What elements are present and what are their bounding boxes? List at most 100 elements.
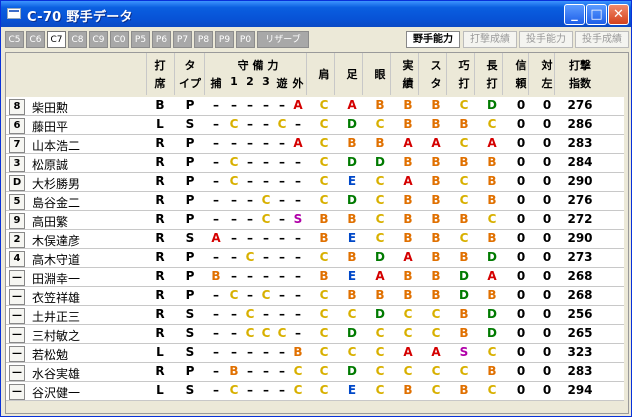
- tab-c7[interactable]: C7: [47, 31, 66, 48]
- header-long-top: 長: [486, 59, 498, 72]
- shoulder-grade: C: [319, 174, 329, 188]
- uniform-number: 8: [9, 99, 25, 115]
- tab-c5[interactable]: C5: [5, 31, 24, 48]
- table-row[interactable]: 3 松原誠 R P – C – – – – C D D B B B B 0 0 284: [6, 154, 628, 173]
- leg-grade: B: [347, 136, 357, 150]
- tab-p6[interactable]: P6: [152, 31, 171, 48]
- defense-grade-1: –: [231, 269, 237, 283]
- defense-grade-3: –: [263, 155, 269, 169]
- stamina-grade: C: [431, 364, 441, 378]
- trust-value: 0: [516, 364, 526, 378]
- tab-c0[interactable]: C0: [110, 31, 129, 48]
- table-row[interactable]: — 三村敏之 R S – – C C C – C D C C C B D 0 0 265: [6, 325, 628, 344]
- eye-grade: C: [375, 345, 385, 359]
- tab-p8[interactable]: P8: [194, 31, 213, 48]
- long-grade: B: [487, 364, 497, 378]
- header-eye: 眼: [374, 68, 386, 81]
- table-row[interactable]: — 水谷実雄 R P – B – – – C C D C C C C B 0 0 283: [6, 363, 628, 382]
- long-grade: A: [487, 136, 497, 150]
- tab-p7[interactable]: P7: [173, 31, 192, 48]
- player-name: 島谷金二: [32, 196, 81, 210]
- bat-side: R: [155, 155, 165, 169]
- pitcher-record-button[interactable]: 投手成績: [575, 31, 629, 48]
- header-trust-bottom: 頼: [515, 77, 527, 90]
- skill-grade: C: [459, 364, 469, 378]
- defense-grade-3: –: [263, 231, 269, 245]
- minimize-button[interactable]: _: [564, 4, 585, 25]
- header-divider: [474, 53, 475, 95]
- tab-c6[interactable]: C6: [26, 31, 45, 48]
- batting-index: 284: [567, 155, 593, 169]
- bat-side: R: [155, 174, 165, 188]
- pitcher-ability-button[interactable]: 投手能力: [519, 31, 573, 48]
- batter-type: S: [185, 345, 195, 359]
- table-row[interactable]: 2 木俣達彦 R S A – – – – – B E C B B C B 0 0 290: [6, 230, 628, 249]
- defense-grade-2: –: [247, 269, 253, 283]
- stamina-grade: C: [431, 326, 441, 340]
- table-row[interactable]: 4 高木守道 R P – – C – – – C B D A B B D 0 0 273: [6, 249, 628, 268]
- stamina-grade: C: [431, 307, 441, 321]
- stamina-grade: C: [431, 383, 441, 397]
- close-button[interactable]: ✕: [608, 4, 629, 25]
- maximize-button[interactable]: □: [586, 4, 607, 25]
- defense-grade-2: –: [247, 98, 253, 112]
- table-row[interactable]: D 大杉勝男 R P – C – – – – C E C A B C B 0 0 290: [6, 173, 628, 192]
- stamina-grade: A: [431, 345, 441, 359]
- table-row[interactable]: 7 山本浩二 R P – – – – – A C B B A A C A 0 0 283: [6, 135, 628, 154]
- batter-type: P: [185, 269, 195, 283]
- defense-grade-1: –: [231, 193, 237, 207]
- record-grade: B: [403, 212, 413, 226]
- defense-grade-4: –: [279, 288, 285, 302]
- defense-grade-0: –: [213, 212, 219, 226]
- tab-p0[interactable]: P0: [236, 31, 255, 48]
- header-divider: [306, 53, 307, 95]
- table-row[interactable]: 6 藤田平 L S – C – – C – C D C B B B C 0 0 286: [6, 116, 628, 135]
- app-icon: [7, 8, 21, 19]
- defense-grade-4: –: [279, 212, 285, 226]
- eye-grade: D: [375, 307, 385, 321]
- tab-リザーブ[interactable]: リザーブ: [257, 31, 309, 48]
- batting-index: 273: [567, 250, 593, 264]
- trust-value: 0: [516, 345, 526, 359]
- long-grade: C: [487, 383, 497, 397]
- defense-grade-3: C: [261, 326, 271, 340]
- table-row[interactable]: 8 柴田勲 B P – – – – – A C A B B B C D 0 0 276: [6, 97, 628, 116]
- vs-left-value: 0: [542, 212, 552, 226]
- tab-p9[interactable]: P9: [215, 31, 234, 48]
- table-row[interactable]: — 田淵幸一 R P B – – – – – B E A B B D A 0 0 268: [6, 268, 628, 287]
- stamina-grade: B: [431, 98, 441, 112]
- table-row[interactable]: — 衣笠祥雄 R P – C – C – – C B B B B D B 0 0 268: [6, 287, 628, 306]
- window-title: C-70 野手データ: [27, 10, 133, 25]
- maximize-icon: □: [590, 7, 603, 22]
- tab-c9[interactable]: C9: [89, 31, 108, 48]
- fielder-ability-button[interactable]: 野手能力: [406, 31, 460, 48]
- vs-left-value: 0: [542, 250, 552, 264]
- skill-grade: D: [459, 269, 469, 283]
- long-grade: C: [487, 117, 497, 131]
- table-row[interactable]: — 土井正三 R S – – C – – – C C D C C B D 0 0 256: [6, 306, 628, 325]
- header-divider: [174, 53, 175, 95]
- long-grade: B: [487, 193, 497, 207]
- uniform-number: 9: [9, 213, 25, 229]
- stamina-grade: B: [431, 269, 441, 283]
- record-grade: C: [403, 307, 413, 321]
- batter-type: P: [185, 136, 195, 150]
- batting-index: 323: [567, 345, 593, 359]
- table-row[interactable]: — 谷沢健一 L S – C – – – C C E C B C B C 0 0 294: [6, 382, 628, 401]
- table-row[interactable]: 9 高田繁 R P – – – C – S B B C B B B C 0 0 272: [6, 211, 628, 230]
- defense-grade-1: –: [231, 231, 237, 245]
- defense-grade-0: –: [213, 136, 219, 150]
- tab-p5[interactable]: P5: [131, 31, 150, 48]
- uniform-number: —: [9, 346, 25, 362]
- table-row[interactable]: — 若松勉 L S – – – – – B C C C A A S C 0 0 323: [6, 344, 628, 363]
- skill-grade: B: [459, 307, 469, 321]
- defense-grade-1: –: [231, 98, 237, 112]
- tab-c8[interactable]: C8: [68, 31, 87, 48]
- long-grade: C: [487, 345, 497, 359]
- header-divider: [446, 53, 447, 95]
- table-row[interactable]: 5 島谷金二 R P – – – C – – C D C B B C B 0 0 276: [6, 192, 628, 211]
- uniform-number: D: [9, 175, 25, 191]
- batting-record-button[interactable]: 打撃成績: [463, 31, 517, 48]
- trust-value: 0: [516, 136, 526, 150]
- title-bar[interactable]: C-70 野手データ _ □ ✕: [1, 1, 631, 27]
